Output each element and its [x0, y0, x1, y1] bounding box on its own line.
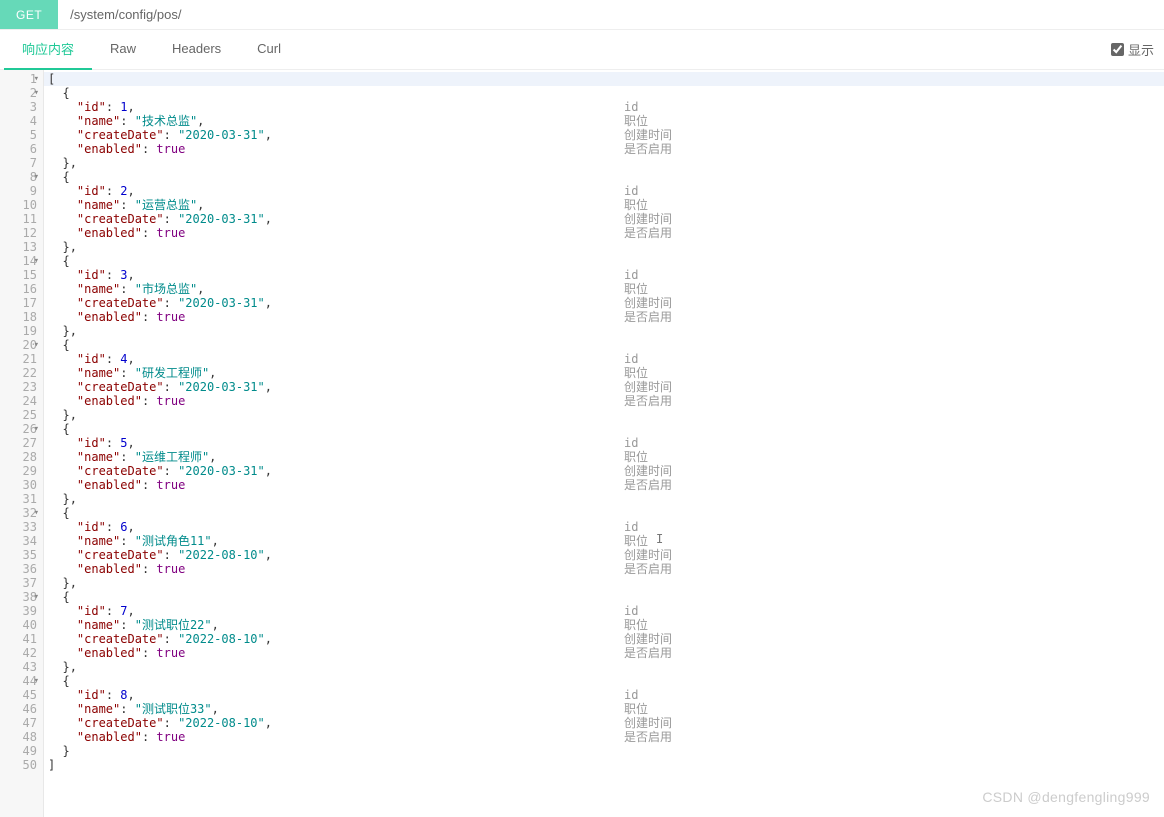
display-toggle[interactable]: 显示: [1111, 40, 1160, 59]
tab-raw[interactable]: Raw: [92, 31, 154, 68]
code-content: [ { "id": 1, "name": "技术总监", "createDate…: [48, 72, 1164, 772]
request-bar: GET: [0, 0, 1164, 30]
json-editor: 1234567891011121314151617181920212223242…: [0, 70, 1164, 817]
code-area[interactable]: [ { "id": 1, "name": "技术总监", "createDate…: [44, 70, 1164, 817]
http-method-badge[interactable]: GET: [0, 0, 58, 29]
display-label: 显示: [1128, 40, 1154, 59]
tab-response-body[interactable]: 响应内容: [4, 29, 92, 70]
display-checkbox[interactable]: [1111, 43, 1124, 56]
annotation-column: id职位创建时间是否启用id职位创建时间是否启用id职位创建时间是否启用id职位…: [624, 72, 672, 772]
response-tabs: 响应内容 Raw Headers Curl 显示: [0, 30, 1164, 70]
tab-curl[interactable]: Curl: [239, 31, 299, 68]
tab-headers[interactable]: Headers: [154, 31, 239, 68]
url-input[interactable]: [58, 0, 1164, 29]
line-gutter: 1234567891011121314151617181920212223242…: [0, 70, 44, 817]
